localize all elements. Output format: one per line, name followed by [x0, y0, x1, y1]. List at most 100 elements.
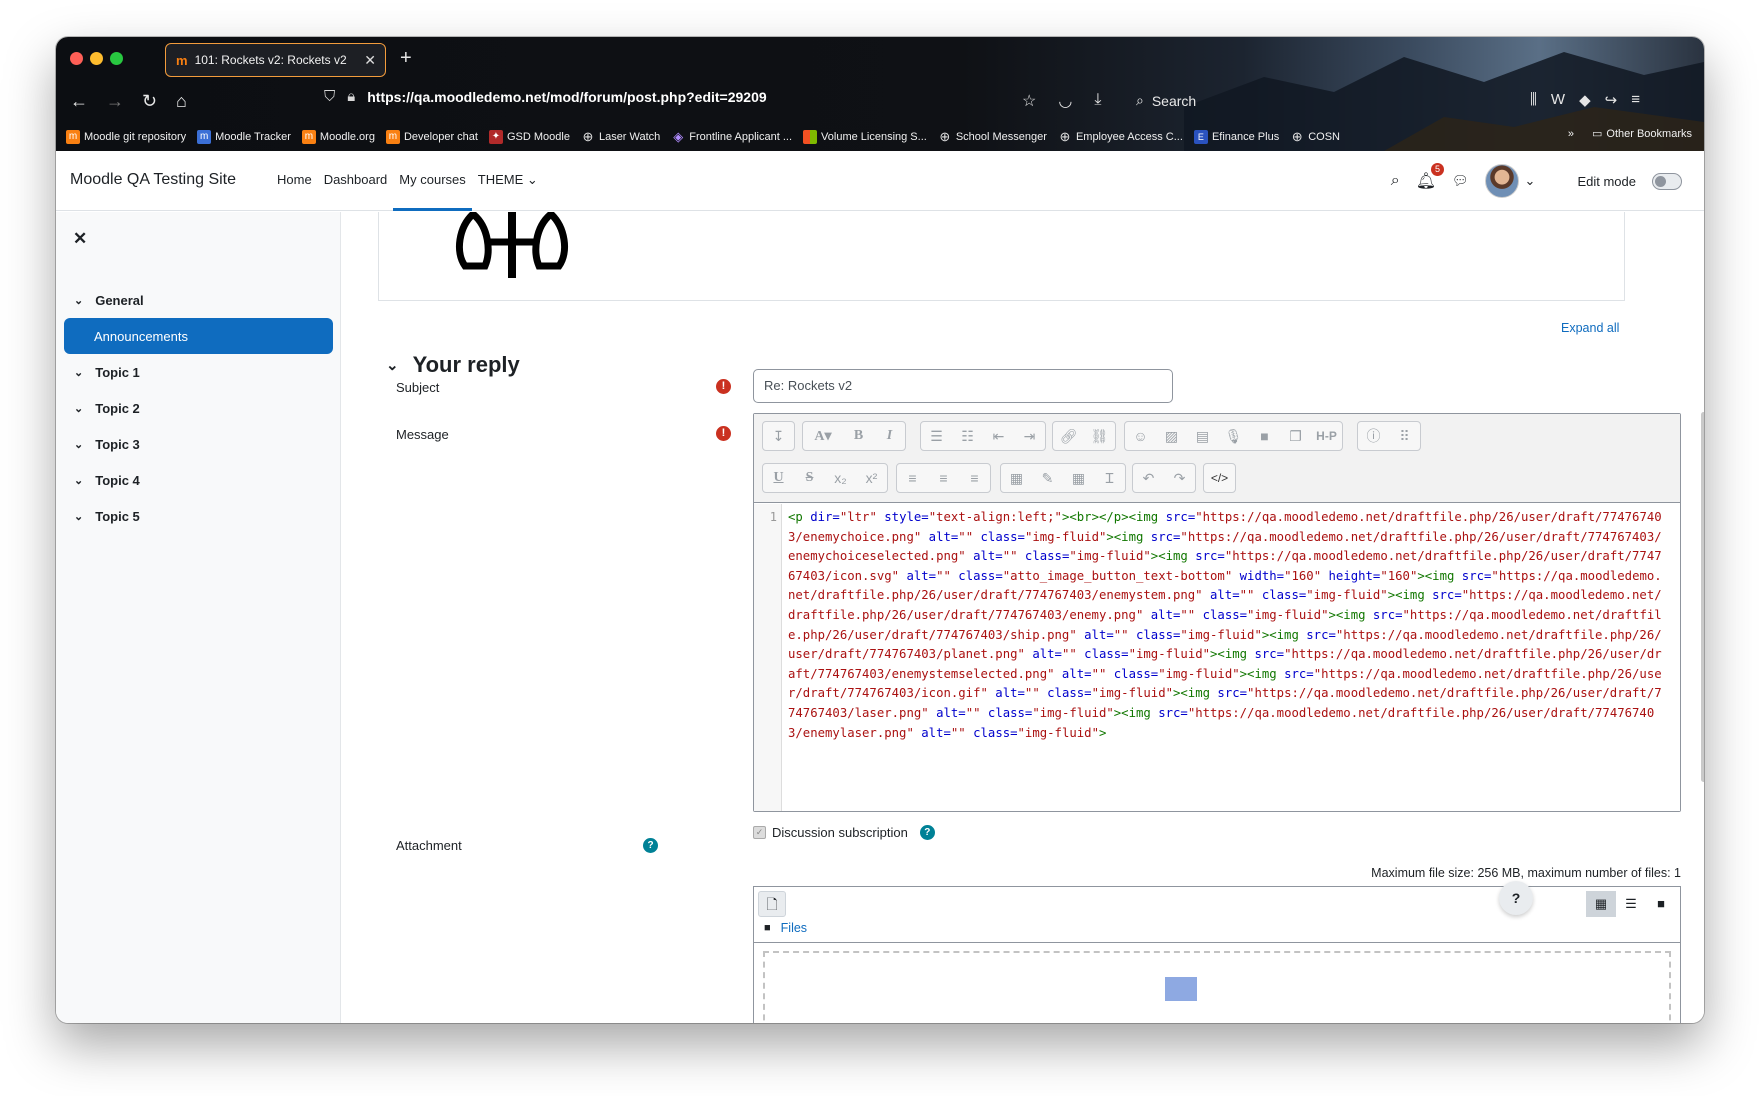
- h5p-icon[interactable]: H-P: [1311, 422, 1342, 450]
- close-window-button[interactable]: [70, 52, 83, 65]
- back-arrow-icon[interactable]: ←: [70, 91, 88, 112]
- forward-arrow-icon[interactable]: →: [106, 91, 124, 112]
- equation-icon[interactable]: ▦: [1001, 464, 1032, 492]
- unordered-list-icon[interactable]: ☰: [921, 422, 952, 450]
- edit-mode-toggle[interactable]: [1652, 172, 1682, 190]
- chevron-down-icon[interactable]: ⌄: [74, 510, 83, 523]
- section-topic-4[interactable]: ⌄ Topic 4: [64, 462, 333, 498]
- bookmark-item[interactable]: ⊕ Laser Watch: [581, 130, 661, 144]
- nav-my-courses[interactable]: My courses: [393, 151, 472, 211]
- superscript-icon[interactable]: x²: [856, 464, 887, 492]
- course-item-announcements[interactable]: Announcements: [64, 318, 333, 354]
- section-topic-1[interactable]: ⌄ Topic 1: [64, 354, 333, 390]
- nav-theme[interactable]: THEME ⌄: [472, 151, 544, 211]
- tree-view-folder-icon[interactable]: ■: [1646, 891, 1676, 917]
- bookmark-item[interactable]: ⊕ Employee Access C...: [1058, 130, 1182, 144]
- image-icon[interactable]: ▨: [1156, 422, 1187, 450]
- notifications-bell-icon[interactable]: 🔔︎ 5: [1416, 163, 1445, 191]
- html-source-icon[interactable]: </>: [1204, 464, 1235, 492]
- subject-input[interactable]: Re: Rockets v2: [753, 369, 1173, 403]
- special-character-icon[interactable]: ✎: [1032, 464, 1063, 492]
- section-topic-3[interactable]: ⌄ Topic 3: [64, 426, 333, 462]
- add-file-icon[interactable]: 🗋︎: [758, 891, 786, 917]
- messages-icon[interactable]: 💬︎: [1452, 173, 1469, 189]
- tracking-shield-icon[interactable]: ⛉: [324, 88, 335, 105]
- zoom-window-button[interactable]: [110, 52, 123, 65]
- your-reply-header[interactable]: ⌄ Your reply: [386, 352, 520, 378]
- close-drawer-icon[interactable]: ✕: [73, 229, 87, 249]
- section-topic-5[interactable]: ⌄ Topic 5: [64, 498, 333, 534]
- bookmark-item[interactable]: Volume Licensing S...: [803, 130, 927, 144]
- search-icon[interactable]: ⌕: [1391, 172, 1400, 190]
- help-floating-button[interactable]: ?: [1499, 881, 1533, 915]
- underline-icon[interactable]: U: [763, 464, 794, 492]
- new-tab-button[interactable]: +: [400, 47, 412, 70]
- collapse-toolbar-icon[interactable]: ↧: [763, 422, 794, 450]
- nav-dashboard[interactable]: Dashboard: [318, 151, 394, 211]
- outdent-icon[interactable]: ⇤: [983, 422, 1014, 450]
- help-icon[interactable]: ?: [919, 825, 935, 840]
- bookmark-item[interactable]: ⊕ School Messenger: [938, 130, 1047, 144]
- list-view-icon[interactable]: ☰: [1616, 891, 1646, 917]
- nav-home[interactable]: Home: [271, 151, 318, 211]
- bookmark-item[interactable]: ◈ Frontline Applicant ...: [671, 130, 792, 144]
- paragraph-style-icon[interactable]: A▾: [803, 422, 843, 450]
- home-icon[interactable]: ⌂: [176, 91, 187, 112]
- expand-all-link[interactable]: Expand all: [1561, 321, 1619, 335]
- record-video-icon[interactable]: ■: [1249, 422, 1280, 450]
- align-center-icon[interactable]: ≡: [928, 464, 959, 492]
- bookmark-item[interactable]: m Developer chat: [385, 130, 478, 144]
- link-icon[interactable]: 🔗︎: [1053, 422, 1084, 450]
- browser-tab-active[interactable]: m 101: Rockets v2: Rockets v2 ✕: [165, 43, 386, 77]
- downloads-icon[interactable]: ⤓: [1094, 91, 1101, 111]
- extension-arrow-icon[interactable]: ↪: [1605, 91, 1618, 109]
- media-icon[interactable]: ▤: [1187, 422, 1218, 450]
- accessibility-checker-icon[interactable]: ⓘ: [1358, 422, 1389, 450]
- chevron-down-icon[interactable]: ⌄: [386, 356, 399, 374]
- page-scrollbar[interactable]: [1701, 412, 1704, 782]
- subscript-icon[interactable]: x₂: [825, 464, 856, 492]
- chevron-double-right-icon[interactable]: »: [1568, 128, 1574, 140]
- italic-icon[interactable]: I: [874, 422, 905, 450]
- site-name[interactable]: Moodle QA Testing Site: [70, 171, 236, 189]
- url-text[interactable]: https://qa.moodledemo.net/mod/forum/post…: [367, 89, 766, 105]
- minimize-window-button[interactable]: [90, 52, 103, 65]
- indent-icon[interactable]: ⇥: [1014, 422, 1045, 450]
- screenreader-helper-icon[interactable]: ⠿: [1389, 422, 1420, 450]
- menu-icon[interactable]: ≡: [1631, 91, 1640, 109]
- bookmark-item[interactable]: E Efinance Plus: [1193, 130, 1279, 144]
- unlink-icon[interactable]: ⛓︎: [1084, 422, 1115, 450]
- chevron-down-icon[interactable]: ⌄: [74, 474, 83, 487]
- files-link[interactable]: Files: [781, 921, 807, 935]
- redo-icon[interactable]: ↷: [1164, 464, 1195, 492]
- bold-icon[interactable]: B: [843, 422, 874, 450]
- reload-icon[interactable]: ↻: [142, 91, 157, 112]
- manage-files-icon[interactable]: ❐: [1280, 422, 1311, 450]
- strikethrough-icon[interactable]: S: [794, 464, 825, 492]
- bookmark-item[interactable]: ✦ GSD Moodle: [488, 130, 570, 144]
- bookmark-item[interactable]: m Moodle.org: [301, 130, 375, 144]
- section-topic-2[interactable]: ⌄ Topic 2: [64, 390, 333, 426]
- extension-blue-icon[interactable]: ◆: [1579, 91, 1591, 109]
- bookmark-item[interactable]: m Moodle Tracker: [197, 130, 291, 144]
- table-icon[interactable]: ▦: [1063, 464, 1094, 492]
- file-drop-zone[interactable]: [763, 951, 1671, 1023]
- bookmark-item[interactable]: m Moodle git repository: [66, 130, 186, 144]
- record-audio-icon[interactable]: 🎙︎: [1218, 422, 1249, 450]
- pocket-icon[interactable]: ◡: [1058, 91, 1072, 111]
- help-icon[interactable]: ?: [643, 838, 658, 853]
- ordered-list-icon[interactable]: ☷: [952, 422, 983, 450]
- address-bar[interactable]: ⛉ 🔒︎ https://qa.moodledemo.net/mod/forum…: [324, 88, 767, 105]
- user-menu[interactable]: ⌄: [1484, 164, 1535, 198]
- bookmark-star-icon[interactable]: ☆: [1022, 91, 1036, 111]
- align-left-icon[interactable]: ≡: [897, 464, 928, 492]
- clear-formatting-icon[interactable]: Ɪ: [1094, 464, 1125, 492]
- html-source-code[interactable]: <p dir="ltr" style="text-align:left;"><b…: [788, 508, 1668, 743]
- close-tab-icon[interactable]: ✕: [364, 52, 376, 69]
- grid-view-icon[interactable]: ▦: [1586, 891, 1616, 917]
- emoji-icon[interactable]: ☺: [1125, 422, 1156, 450]
- chevron-down-icon[interactable]: ⌄: [74, 438, 83, 451]
- extension-w-icon[interactable]: W: [1551, 91, 1565, 109]
- undo-icon[interactable]: ↶: [1133, 464, 1164, 492]
- html-source-editor[interactable]: 1 <p dir="ltr" style="text-align:left;">…: [754, 504, 1680, 811]
